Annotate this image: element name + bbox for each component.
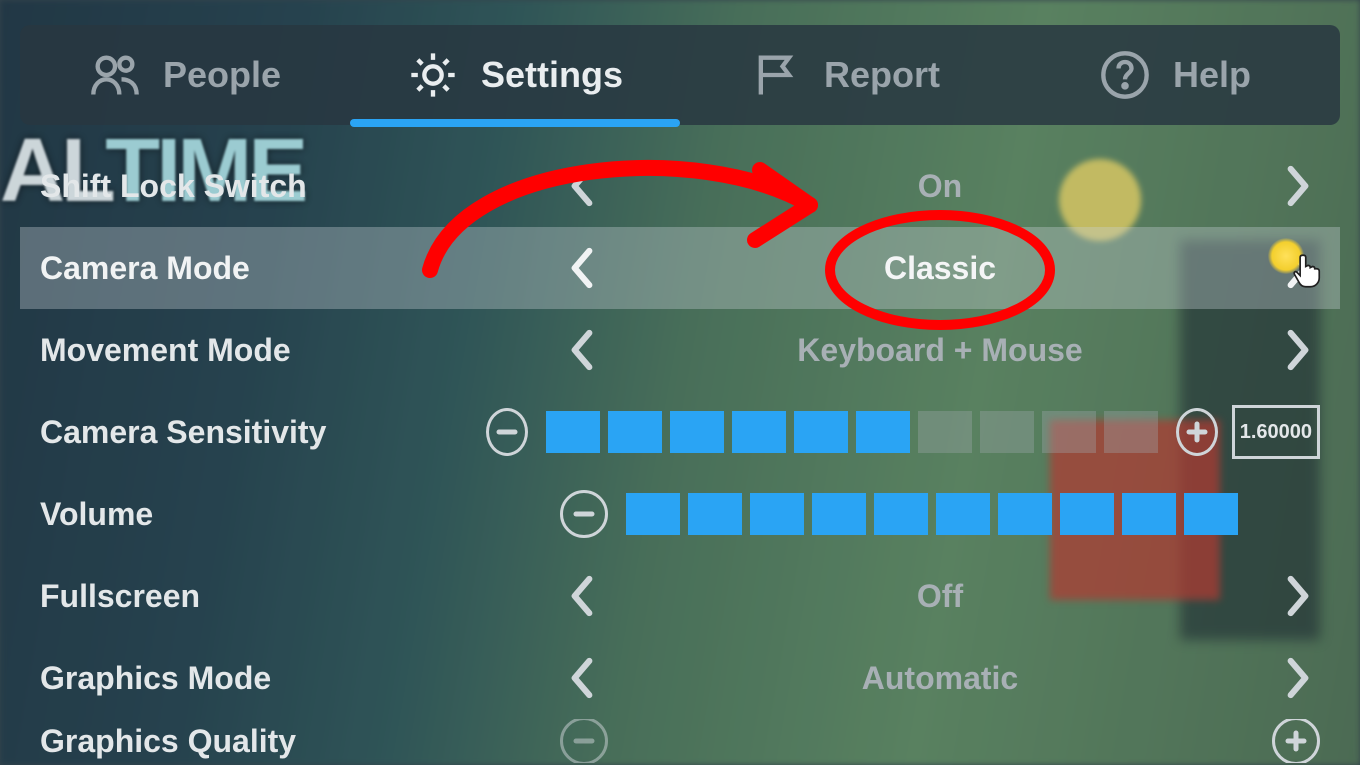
- plus-icon: [1186, 421, 1208, 443]
- increase-button[interactable]: [1176, 408, 1218, 456]
- slider-segment[interactable]: [874, 493, 928, 535]
- settings-panel: Shift Lock Switch On Camera Mode Classic…: [20, 145, 1340, 765]
- slider-segment[interactable]: [812, 493, 866, 535]
- tab-label: Settings: [481, 54, 623, 96]
- minus-icon: [573, 730, 595, 752]
- setting-value: On: [604, 168, 1276, 205]
- next-arrow[interactable]: [1276, 246, 1320, 290]
- plus-icon: [1285, 730, 1307, 752]
- increase-button[interactable]: [1272, 719, 1320, 763]
- setting-value: Automatic: [604, 660, 1276, 697]
- slider-segment[interactable]: [1060, 493, 1114, 535]
- slider-segment[interactable]: [688, 493, 742, 535]
- setting-graphics-mode: Graphics Mode Automatic: [20, 637, 1340, 719]
- setting-volume: Volume: [20, 473, 1340, 555]
- slider-segment[interactable]: [626, 493, 680, 535]
- next-arrow[interactable]: [1276, 656, 1320, 700]
- setting-value: Classic: [604, 250, 1276, 287]
- setting-label: Graphics Quality: [40, 723, 560, 760]
- volume-slider[interactable]: [626, 493, 1238, 535]
- minus-icon: [496, 421, 518, 443]
- slider-segment[interactable]: [546, 411, 600, 453]
- slider-segment[interactable]: [918, 411, 972, 453]
- setting-value: Keyboard + Mouse: [604, 332, 1276, 369]
- prev-arrow[interactable]: [560, 656, 604, 700]
- help-icon: [1099, 49, 1151, 101]
- setting-graphics-quality: Graphics Quality: [20, 719, 1340, 763]
- decrease-button[interactable]: [486, 408, 528, 456]
- setting-label: Fullscreen: [40, 578, 560, 615]
- menu-tabbar: People Settings Report Help: [20, 25, 1340, 125]
- setting-label: Camera Sensitivity: [40, 414, 486, 451]
- tab-label: Report: [824, 54, 940, 96]
- setting-shift-lock: Shift Lock Switch On: [20, 145, 1340, 227]
- tab-report[interactable]: Report: [680, 25, 1010, 125]
- next-arrow[interactable]: [1276, 164, 1320, 208]
- prev-arrow[interactable]: [560, 246, 604, 290]
- people-icon: [89, 49, 141, 101]
- tab-settings[interactable]: Settings: [350, 25, 680, 125]
- slider-segment[interactable]: [608, 411, 662, 453]
- setting-value: Off: [604, 578, 1276, 615]
- prev-arrow[interactable]: [560, 164, 604, 208]
- tab-help[interactable]: Help: [1010, 25, 1340, 125]
- active-tab-underline: [350, 119, 680, 127]
- tab-label: People: [163, 54, 281, 96]
- slider-segment[interactable]: [936, 493, 990, 535]
- gear-icon: [407, 49, 459, 101]
- slider-segment[interactable]: [750, 493, 804, 535]
- slider-segment[interactable]: [856, 411, 910, 453]
- setting-label: Shift Lock Switch: [40, 168, 560, 205]
- slider-segment[interactable]: [1042, 411, 1096, 453]
- minus-icon: [573, 503, 595, 525]
- slider-segment[interactable]: [1184, 493, 1238, 535]
- slider-segment[interactable]: [1122, 493, 1176, 535]
- slider-segment[interactable]: [980, 411, 1034, 453]
- slider-segment[interactable]: [1104, 411, 1158, 453]
- flag-icon: [750, 49, 802, 101]
- sensitivity-slider[interactable]: [546, 411, 1158, 453]
- tab-label: Help: [1173, 54, 1251, 96]
- setting-label: Volume: [40, 496, 560, 533]
- setting-label: Camera Mode: [40, 250, 560, 287]
- setting-fullscreen: Fullscreen Off: [20, 555, 1340, 637]
- decrease-button[interactable]: [560, 719, 608, 763]
- tab-people[interactable]: People: [20, 25, 350, 125]
- next-arrow[interactable]: [1276, 328, 1320, 372]
- setting-movement-mode: Movement Mode Keyboard + Mouse: [20, 309, 1340, 391]
- slider-segment[interactable]: [794, 411, 848, 453]
- prev-arrow[interactable]: [560, 328, 604, 372]
- setting-label: Graphics Mode: [40, 660, 560, 697]
- decrease-button[interactable]: [560, 490, 608, 538]
- prev-arrow[interactable]: [560, 574, 604, 618]
- slider-segment[interactable]: [732, 411, 786, 453]
- sensitivity-value[interactable]: 1.60000: [1232, 405, 1320, 459]
- setting-camera-mode: Camera Mode Classic: [20, 227, 1340, 309]
- setting-label: Movement Mode: [40, 332, 560, 369]
- setting-camera-sensitivity: Camera Sensitivity 1.60000: [20, 391, 1340, 473]
- slider-segment[interactable]: [670, 411, 724, 453]
- next-arrow[interactable]: [1276, 574, 1320, 618]
- slider-segment[interactable]: [998, 493, 1052, 535]
